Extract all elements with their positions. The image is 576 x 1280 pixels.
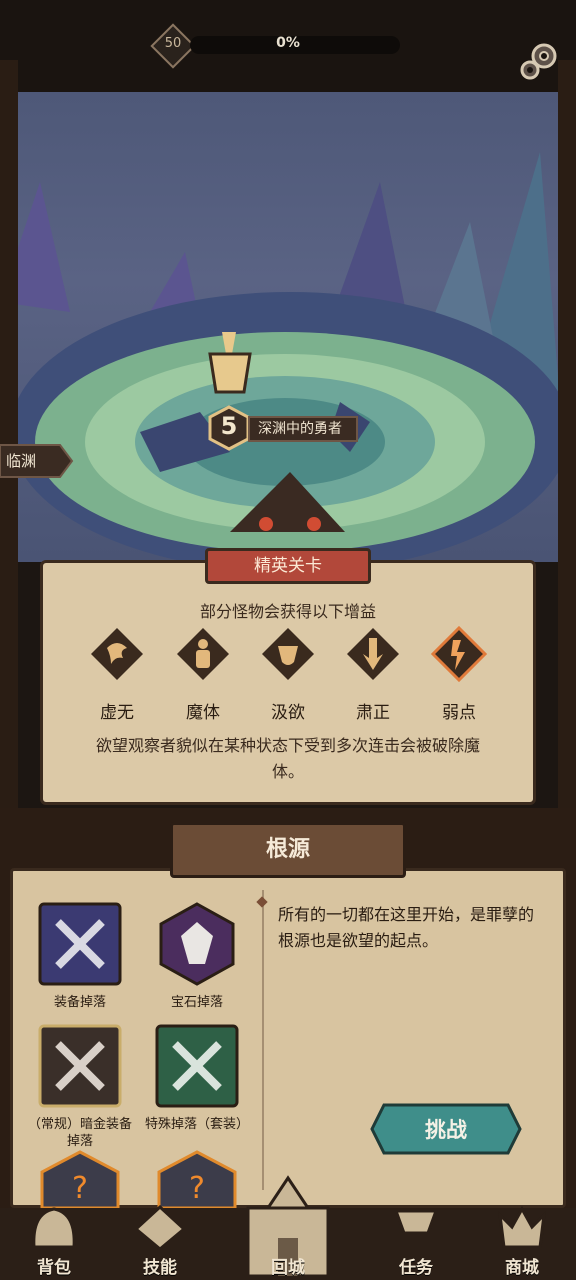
settings-icon[interactable]	[518, 38, 562, 82]
skill-icon	[133, 1204, 187, 1251]
nav-skill[interactable]: 技能	[118, 1203, 202, 1278]
nav-label: 技能	[143, 1258, 177, 1278]
origin-title: 根源	[170, 822, 406, 878]
right-frame	[558, 60, 576, 820]
buff-label: 弱点	[442, 703, 476, 723]
abyss-illustration	[0, 152, 570, 562]
buff-weakness[interactable]: 弱点	[424, 625, 494, 723]
divider	[262, 890, 264, 1190]
buff-label: 汲欲	[271, 703, 305, 723]
nav-label: 商城	[505, 1258, 539, 1278]
crossed-swords-icon	[38, 902, 122, 986]
buff-void[interactable]: 虚无	[82, 626, 152, 723]
challenge-label: 挑战	[425, 1118, 467, 1142]
buff-label: 肃正	[356, 703, 390, 723]
reward-label: （常规）暗金装备掉落	[27, 1117, 132, 1149]
buff-demon-body[interactable]: 魔体	[168, 626, 238, 723]
stage-name[interactable]: 深渊中的勇者	[248, 416, 358, 442]
buff-purge[interactable]: 肃正	[338, 626, 408, 723]
bag-icon	[32, 1207, 76, 1249]
buff-label: 虚无	[100, 703, 134, 723]
unknown-reward-icon[interactable]: ?	[155, 1150, 239, 1208]
xp-percent: 0%	[276, 35, 300, 51]
demon-body-icon	[177, 628, 229, 680]
elite-description: 欲望观察者貌似在某种状态下受到多次连击会被破除魔体。	[95, 736, 480, 781]
left-frame	[0, 60, 18, 820]
elite-title: 精英关卡	[205, 548, 371, 584]
elite-subtitle: 部分怪物会获得以下增益	[199, 602, 376, 621]
unknown-reward-icon[interactable]: ?	[38, 1150, 122, 1208]
reward-label: 宝石掉落	[170, 995, 223, 1010]
nav-label: 背包	[37, 1258, 71, 1278]
nav-label: 任务	[399, 1258, 433, 1278]
reward-label: 装备掉落	[53, 995, 106, 1010]
quest-icon	[393, 1209, 439, 1235]
crossed-swords-green-icon	[155, 1024, 239, 1108]
buff-absorb[interactable]: 汲欲	[253, 626, 323, 723]
nav-bag[interactable]: 背包	[12, 1203, 96, 1278]
abyss-map-scene	[0, 92, 576, 562]
reward-equipment[interactable]: 装备掉落	[25, 902, 135, 1011]
void-icon	[91, 628, 143, 680]
reward-special-set[interactable]: 特殊掉落（套装）	[142, 1024, 252, 1133]
shop-icon	[497, 1205, 547, 1249]
crossed-swords-gold-icon	[38, 1024, 122, 1108]
weakness-icon	[430, 625, 488, 683]
reward-label: 特殊掉落（套装）	[144, 1117, 249, 1132]
reward-gem[interactable]: 宝石掉落	[142, 902, 252, 1011]
gem-icon	[159, 902, 235, 986]
side-tag-label: 临渊	[6, 452, 37, 470]
absorb-desire-icon	[262, 628, 314, 680]
svg-text:?: ?	[72, 1171, 88, 1206]
nav-town[interactable]: 回城	[246, 1253, 330, 1278]
buff-label: 魔体	[186, 703, 220, 723]
reward-dark-gold[interactable]: （常规）暗金装备掉落	[25, 1024, 135, 1150]
nav-quest[interactable]: 任务	[374, 1203, 458, 1278]
stage-number: 5	[220, 412, 238, 440]
purge-icon	[347, 628, 399, 680]
svg-text:?: ?	[189, 1171, 205, 1206]
nav-shop[interactable]: 商城	[480, 1203, 564, 1278]
level-text: 50	[164, 36, 182, 51]
nav-label: 回城	[271, 1258, 305, 1278]
origin-description: 所有的一切都在这里开始，是罪孽的根源也是欲望的起点。	[278, 905, 535, 950]
